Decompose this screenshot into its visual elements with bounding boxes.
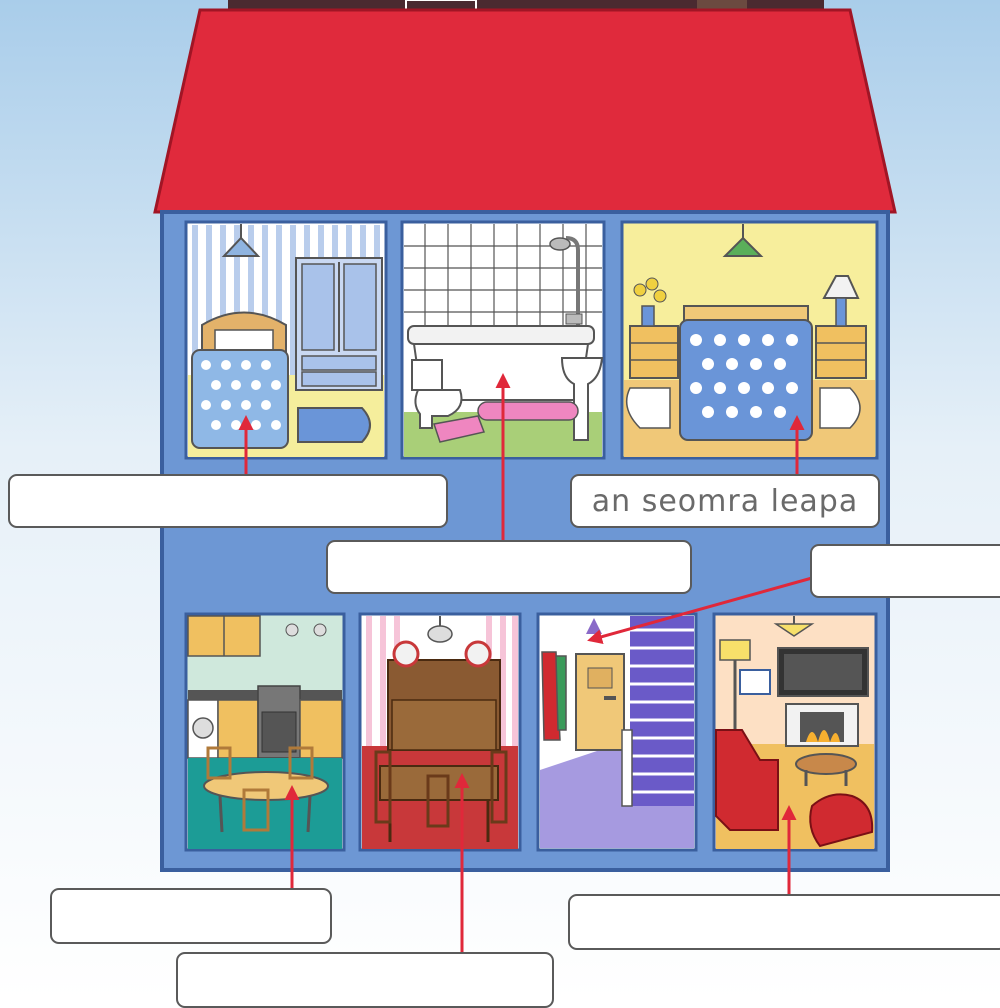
label-text-main-bedroom: an seomra leapa bbox=[591, 483, 859, 519]
label-input-living-room[interactable] bbox=[570, 895, 1000, 949]
label-box-living-room[interactable] bbox=[568, 894, 1000, 950]
label-input-bathroom[interactable] bbox=[328, 541, 690, 593]
room-child-bedroom bbox=[184, 220, 388, 460]
label-box-child-bedroom[interactable] bbox=[8, 474, 448, 528]
label-box-kitchen[interactable] bbox=[50, 888, 332, 944]
label-input-hallway[interactable] bbox=[812, 545, 1000, 597]
room-kitchen bbox=[184, 612, 346, 852]
label-input-child-bedroom[interactable] bbox=[10, 475, 446, 527]
label-box-main-bedroom[interactable]: an seomra leapa bbox=[570, 474, 880, 528]
room-main-bedroom bbox=[620, 220, 879, 460]
label-input-dining-room[interactable] bbox=[178, 953, 552, 1007]
room-living-room bbox=[712, 612, 878, 852]
room-hallway bbox=[536, 612, 698, 852]
roof bbox=[153, 8, 897, 214]
label-input-kitchen[interactable] bbox=[52, 889, 330, 943]
room-dining-room bbox=[358, 612, 522, 852]
label-box-bathroom[interactable] bbox=[326, 540, 692, 594]
label-box-hallway[interactable] bbox=[810, 544, 1000, 598]
